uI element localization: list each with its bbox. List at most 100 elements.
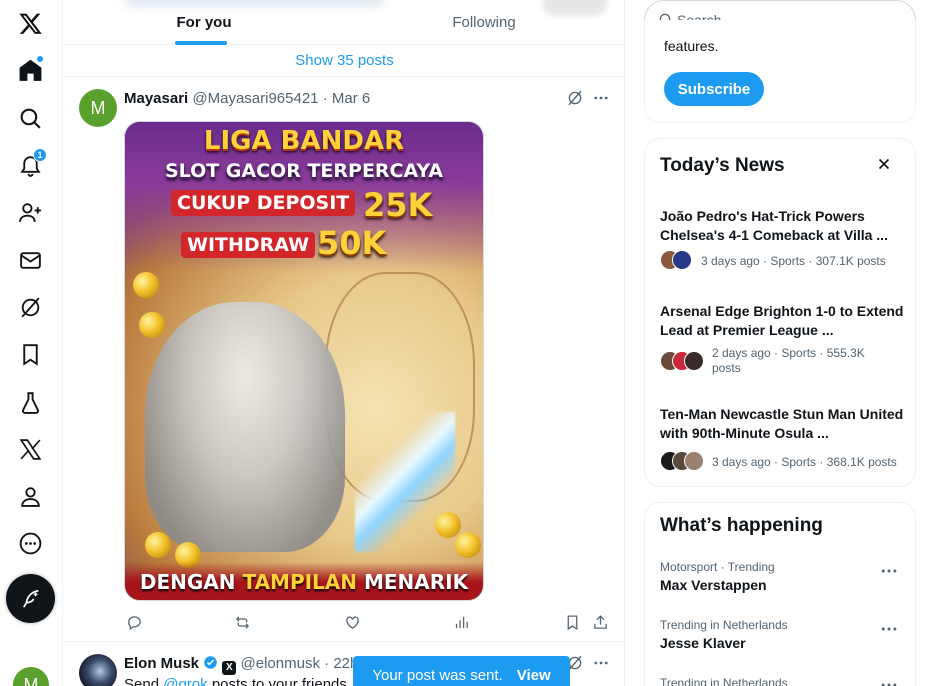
profile-person-icon[interactable] bbox=[7, 473, 53, 519]
more-circle-icon[interactable] bbox=[7, 520, 53, 566]
post-author-handle[interactable]: @Mayasari965421 bbox=[192, 90, 318, 107]
more-options-icon[interactable] bbox=[591, 88, 611, 108]
share-icon[interactable] bbox=[590, 612, 610, 632]
image-text-line7: DENGAN TAMPILAN MENARIK bbox=[125, 570, 483, 594]
post-author-avatar[interactable]: M bbox=[79, 89, 117, 127]
bookmark-icon[interactable] bbox=[562, 612, 582, 632]
post-author-handle[interactable]: @elonmusk bbox=[241, 655, 320, 672]
post-actions bbox=[124, 612, 614, 632]
post-header: Elon Musk X @elonmusk · 22h bbox=[124, 655, 358, 675]
trend-name: Jesse Klaver bbox=[660, 635, 746, 651]
news-item[interactable]: Ten-Man Newcastle Stun Man United with 9… bbox=[660, 405, 905, 471]
repost-icon[interactable] bbox=[232, 612, 252, 632]
image-coin bbox=[139, 312, 165, 338]
news-avatar bbox=[672, 250, 692, 270]
premium-description: features. bbox=[664, 38, 719, 54]
news-meta: 3 days ago · Sports · 368.1K posts bbox=[712, 455, 897, 469]
post-sent-toast: Your post was sent. View bbox=[353, 656, 570, 686]
post-mayasari[interactable]: M Mayasari @Mayasari965421 · Mar 6 LIGA … bbox=[64, 77, 624, 642]
premium-x-icon[interactable] bbox=[7, 426, 53, 472]
grok-icon[interactable] bbox=[7, 284, 53, 330]
image-text-line5: WITHDRAW bbox=[181, 232, 316, 258]
labs-flask-icon[interactable] bbox=[7, 379, 53, 425]
post-image[interactable]: LIGA BANDAR SLOT GACOR TERPERCAYA CUKUP … bbox=[124, 121, 484, 601]
notifications-badge: 1 bbox=[33, 148, 47, 162]
explore-search-icon[interactable] bbox=[7, 95, 53, 141]
image-text-line6: 50K bbox=[317, 224, 387, 262]
toast-view-link[interactable]: View bbox=[517, 667, 551, 684]
show-new-posts-button[interactable]: Show 35 posts bbox=[64, 45, 624, 77]
news-avatar bbox=[684, 451, 704, 471]
image-text-line2: SLOT GACOR TERPERCAYA bbox=[164, 160, 444, 182]
image-coin bbox=[435, 512, 461, 538]
tab-following[interactable]: Following bbox=[344, 0, 624, 45]
views-chart-icon[interactable] bbox=[451, 612, 471, 632]
post-separator: · bbox=[322, 90, 328, 107]
left-navigation: 1 M bbox=[0, 0, 63, 686]
news-avatar bbox=[684, 351, 704, 371]
toast-message: Your post was sent. bbox=[372, 667, 503, 684]
messages-envelope-icon[interactable] bbox=[7, 237, 53, 283]
more-options-icon[interactable] bbox=[591, 653, 611, 673]
close-icon[interactable] bbox=[875, 155, 893, 173]
timeline-tabs: For you Following bbox=[64, 0, 624, 45]
image-coin bbox=[133, 272, 159, 298]
tab-following-label: Following bbox=[452, 14, 516, 31]
news-meta-line2: posts bbox=[712, 361, 741, 375]
post-text-prefix: Send bbox=[124, 676, 160, 686]
image-text-line7a: DENGAN bbox=[139, 570, 236, 594]
image-text-line1: LIGA BANDAR bbox=[203, 126, 405, 156]
trend-name: Max Verstappen bbox=[660, 577, 767, 593]
trend-more-icon[interactable] bbox=[879, 561, 899, 581]
x-affiliate-badge-icon: X bbox=[222, 661, 237, 675]
image-coin bbox=[145, 532, 171, 558]
bookmarks-icon[interactable] bbox=[7, 331, 53, 377]
post-separator: · bbox=[324, 655, 330, 672]
grok-explain-icon[interactable] bbox=[565, 88, 585, 108]
reply-icon[interactable] bbox=[124, 612, 144, 632]
news-headline: Ten-Man Newcastle Stun Man United with 9… bbox=[660, 406, 904, 441]
image-text-line7b: TAMPILAN bbox=[242, 570, 358, 594]
notifications-bell-icon[interactable]: 1 bbox=[7, 142, 53, 188]
image-text-line4: 25K bbox=[363, 186, 433, 224]
todays-news-title: Today’s News bbox=[660, 155, 785, 176]
subscribe-button[interactable]: Subscribe bbox=[664, 72, 764, 106]
account-avatar[interactable]: M bbox=[13, 667, 49, 686]
x-logo-icon[interactable] bbox=[7, 0, 53, 46]
feather-pen-icon bbox=[22, 589, 38, 608]
tab-for-you[interactable]: For you bbox=[64, 0, 344, 45]
whats-happening-card: What’s happening Motorsport · Trending M… bbox=[644, 502, 916, 686]
trend-context: Trending in Netherlands bbox=[660, 618, 788, 632]
news-meta-line1: 2 days ago · Sports · 555.3K bbox=[712, 346, 865, 360]
post-author-name[interactable]: Mayasari bbox=[124, 90, 188, 107]
post-author-name[interactable]: Elon Musk bbox=[124, 655, 199, 672]
post-header: Mayasari @Mayasari965421 · Mar 6 bbox=[124, 90, 370, 107]
news-headline: Arsenal Edge Brighton 1-0 to Extend Lead… bbox=[660, 303, 904, 338]
premium-card: features. Subscribe bbox=[644, 20, 916, 123]
home-unread-dot bbox=[37, 56, 43, 62]
trend-item[interactable]: Trending in Netherlands bbox=[660, 676, 905, 686]
todays-news-card: Today’s News João Pedro's Hat-Trick Powe… bbox=[644, 138, 916, 487]
verified-badge-icon bbox=[204, 656, 217, 669]
whats-happening-title: What’s happening bbox=[660, 515, 823, 536]
grok-mention-link[interactable]: @grok bbox=[163, 676, 207, 686]
trend-item[interactable]: Motorsport · Trending Max Verstappen bbox=[660, 560, 905, 593]
image-text-line3: CUKUP DEPOSIT bbox=[171, 190, 356, 216]
trend-more-icon[interactable] bbox=[879, 619, 899, 639]
follow-add-user-icon[interactable] bbox=[7, 189, 53, 235]
trend-context: Trending in Netherlands bbox=[660, 676, 788, 686]
post-text-suffix: posts to your friends bbox=[211, 676, 347, 686]
home-icon[interactable] bbox=[7, 47, 53, 93]
news-item[interactable]: Arsenal Edge Brighton 1-0 to Extend Lead… bbox=[660, 302, 905, 375]
news-headline: João Pedro's Hat-Trick Powers Chelsea's … bbox=[660, 208, 888, 243]
news-item[interactable]: João Pedro's Hat-Trick Powers Chelsea's … bbox=[660, 207, 905, 270]
compose-post-button[interactable] bbox=[6, 574, 55, 623]
post-date[interactable]: Mar 6 bbox=[332, 90, 370, 107]
trend-item[interactable]: Trending in Netherlands Jesse Klaver bbox=[660, 618, 905, 651]
timeline: For you Following Show 35 posts M Mayasa… bbox=[64, 0, 625, 686]
post-author-avatar[interactable] bbox=[79, 654, 117, 686]
news-meta: 3 days ago · Sports · 307.1K posts bbox=[701, 254, 886, 268]
trend-more-icon[interactable] bbox=[879, 675, 899, 686]
like-heart-icon[interactable] bbox=[342, 612, 362, 632]
image-text-line7c: MENARIK bbox=[363, 570, 469, 594]
